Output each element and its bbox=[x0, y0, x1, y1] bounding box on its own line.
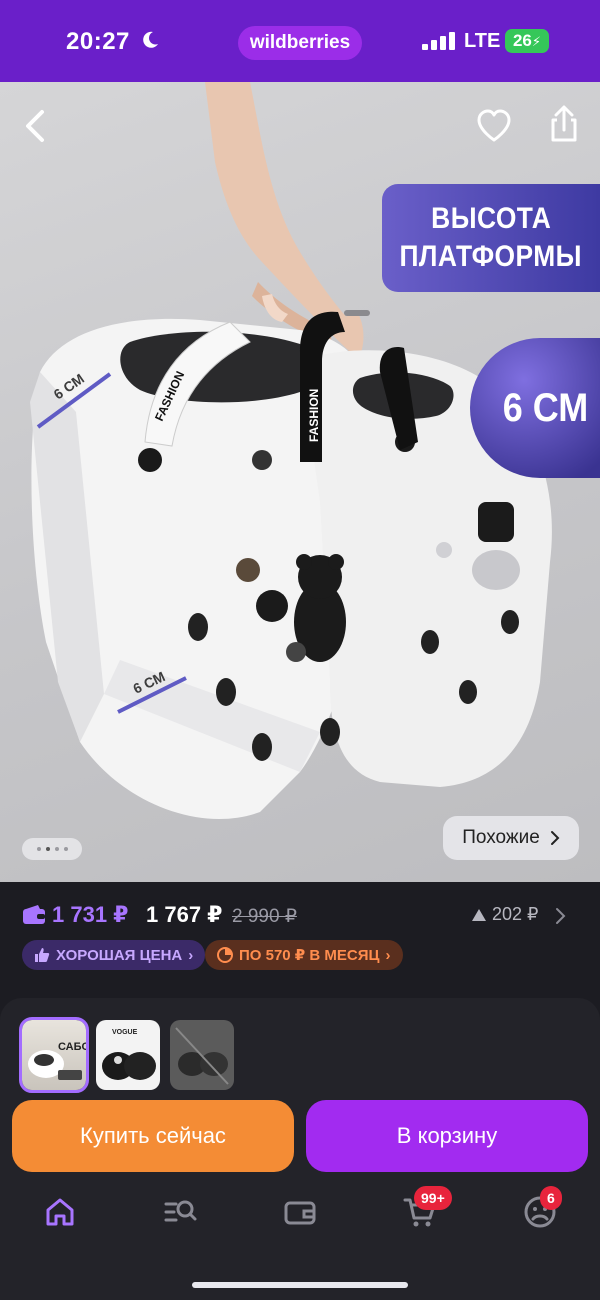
price-drop-amount: 202 ₽ bbox=[492, 904, 539, 924]
installment-label: ПО 570 ₽ В МЕСЯЦ bbox=[239, 947, 380, 964]
battery-indicator: 26⚡ bbox=[505, 29, 549, 53]
status-time: 20:27 bbox=[66, 28, 130, 55]
pagination-dot-active bbox=[45, 847, 50, 851]
signal-icon bbox=[422, 32, 455, 50]
good-price-badge[interactable]: ХОРОШАЯ ЦЕНА › bbox=[22, 940, 206, 970]
profile-notification-badge: 6 bbox=[540, 1186, 562, 1210]
wallet-icon bbox=[23, 905, 45, 924]
similar-button-label: Похожие bbox=[462, 827, 540, 848]
cart-count-badge: 99+ bbox=[414, 1186, 452, 1210]
pagination-dot bbox=[63, 847, 68, 851]
variant-thumbnail[interactable]: VOGUE bbox=[96, 1020, 160, 1090]
status-bar: 20:27 wildberries LTE 26⚡ bbox=[0, 0, 600, 82]
bottom-tab-bar: 99+ 6 bbox=[0, 1186, 600, 1248]
thumbs-up-icon bbox=[35, 948, 50, 962]
variant-thumbnail-selected[interactable]: САБО bbox=[19, 1017, 89, 1093]
favorite-heart-icon[interactable] bbox=[474, 106, 514, 146]
thumbnail-text: VOGUE bbox=[112, 1029, 138, 1036]
pie-chart-icon bbox=[217, 947, 233, 963]
thumbnail-text: САБО bbox=[58, 1041, 86, 1053]
pagination-dot bbox=[36, 847, 41, 851]
home-indicator bbox=[192, 1282, 408, 1288]
banner-line-2: ПЛАТФОРМЫ bbox=[399, 240, 583, 273]
wallet-price: 1 731 ₽ bbox=[52, 902, 129, 927]
similar-button[interactable]: Похожие bbox=[443, 816, 579, 860]
platform-height-banner: ВЫСОТА ПЛАТФОРМЫ bbox=[382, 184, 600, 292]
add-to-cart-button[interactable]: В корзину bbox=[306, 1100, 588, 1172]
chevron-right-icon: › bbox=[188, 946, 194, 964]
chevron-right-icon: › bbox=[385, 946, 391, 964]
thumbnail-image: САБО bbox=[28, 1041, 86, 1080]
chevron-right-icon bbox=[550, 831, 560, 845]
triangle-up-icon bbox=[472, 908, 486, 921]
gallery-pagination bbox=[22, 838, 82, 860]
catalog-search-icon[interactable] bbox=[162, 1194, 198, 1230]
brand-logo: wildberries bbox=[238, 26, 362, 60]
network-type: LTE bbox=[464, 30, 501, 52]
strap-text-right: FASHION bbox=[307, 389, 321, 442]
product-image-gallery[interactable]: 6 СМ 6 СМ FASHION FASHION ВЫСОТА ПЛАТФОР… bbox=[0, 82, 600, 882]
battery-level: 26 bbox=[512, 31, 532, 50]
home-icon[interactable] bbox=[42, 1194, 78, 1230]
back-arrow-icon[interactable] bbox=[16, 104, 56, 148]
regular-price: 1 767 ₽ bbox=[146, 902, 223, 927]
thumbnail-image bbox=[175, 1027, 229, 1085]
share-icon[interactable] bbox=[544, 102, 584, 146]
good-price-label: ХОРОШАЯ ЦЕНА bbox=[56, 946, 183, 964]
buy-now-button[interactable]: Купить сейчас bbox=[12, 1100, 294, 1172]
chevron-right-icon[interactable] bbox=[554, 906, 568, 926]
platform-size-badge: 6 СМ bbox=[470, 338, 600, 478]
price-history-link[interactable]: 202 ₽ bbox=[472, 904, 539, 925]
bottom-panel: САБО VOGUE Купить сейчас В корзину 99+ 6 bbox=[0, 998, 600, 1300]
charging-icon: ⚡ bbox=[531, 34, 542, 49]
wallet-tab-icon[interactable] bbox=[282, 1194, 318, 1230]
price-section: 1 731 ₽ 1 767 ₽ 2 990 ₽ 202 ₽ ХОРОШАЯ ЦЕ… bbox=[0, 882, 600, 992]
variant-thumbnails: САБО VOGUE bbox=[19, 1017, 234, 1093]
thumbnail-image: VOGUE bbox=[102, 1029, 156, 1080]
size-badge-text: 6 СМ bbox=[502, 385, 589, 430]
pagination-dot bbox=[54, 847, 59, 851]
installment-badge[interactable]: ПО 570 ₽ В МЕСЯЦ › bbox=[205, 940, 403, 970]
variant-thumbnail[interactable] bbox=[170, 1020, 234, 1090]
old-price: 2 990 ₽ bbox=[232, 906, 297, 927]
banner-line-1: ВЫСОТА bbox=[430, 202, 552, 235]
moon-icon bbox=[143, 31, 158, 48]
